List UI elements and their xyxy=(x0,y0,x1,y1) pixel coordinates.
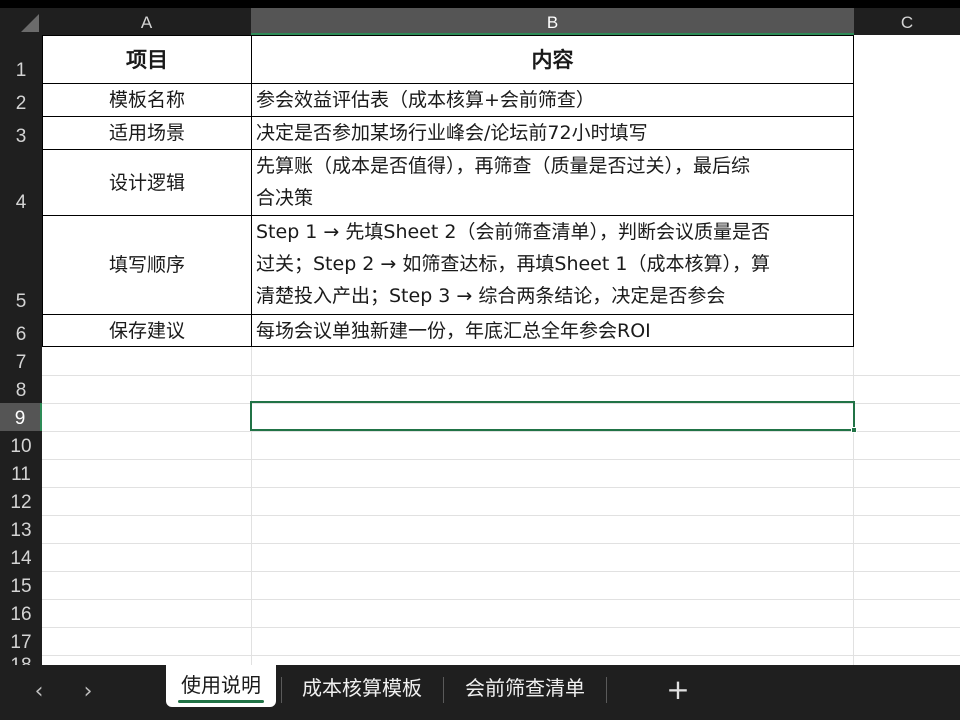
row-header-1[interactable]: 1 xyxy=(0,35,42,83)
tab-cost-accounting[interactable]: 成本核算模板 xyxy=(288,665,436,713)
plus-icon[interactable]: + xyxy=(662,675,694,707)
select-all-corner[interactable] xyxy=(0,8,42,35)
cell-b4-line-1: 先算账（成本是否值得），再筛查（质量是否过关），最后综 xyxy=(256,155,751,177)
row-header-3[interactable]: 3 xyxy=(0,116,42,149)
row-header-13[interactable]: 13 xyxy=(0,515,42,543)
tab-usage-guide[interactable]: 使用说明 xyxy=(166,665,276,707)
table-border xyxy=(42,149,854,150)
row-header-2[interactable]: 2 xyxy=(0,83,42,116)
cell-a4[interactable]: 设计逻辑 xyxy=(43,150,251,215)
table-border-left xyxy=(42,35,43,347)
row-header-10[interactable]: 10 xyxy=(0,431,42,459)
cell-b2[interactable]: 参会效益评估表（成本核算+会前筛查） xyxy=(252,84,853,116)
row-header-15[interactable]: 15 xyxy=(0,571,42,599)
row-header-17[interactable]: 17 xyxy=(0,627,42,655)
row-header-16[interactable]: 16 xyxy=(0,599,42,627)
tab-separator xyxy=(606,677,607,703)
active-cell-selection[interactable] xyxy=(250,401,857,433)
chevron-right-icon[interactable]: › xyxy=(73,677,103,707)
cell-a6[interactable]: 保存建议 xyxy=(43,315,251,347)
cell-a5[interactable]: 填写顺序 xyxy=(43,216,251,314)
tab-label: 成本核算模板 xyxy=(302,676,422,700)
row-header-8[interactable]: 8 xyxy=(0,375,42,403)
sheet-tab-bar: ‹ › 使用说明 成本核算模板 会前筛查清单 + xyxy=(0,665,960,720)
table-border xyxy=(42,83,854,84)
table-border-top xyxy=(42,35,854,36)
column-header-b[interactable]: B xyxy=(251,8,854,35)
table-border-mid xyxy=(251,35,252,347)
cell-b6[interactable]: 每场会议单独新建一份，年底汇总全年参会ROI xyxy=(252,315,853,347)
row-header-9[interactable]: 9 xyxy=(0,403,42,431)
chevron-left-icon[interactable]: ‹ xyxy=(24,677,54,707)
row-header-12[interactable]: 12 xyxy=(0,487,42,515)
tab-separator xyxy=(443,677,444,703)
column-header-c[interactable]: C xyxy=(854,8,960,35)
tab-label: 会前筛查清单 xyxy=(465,676,585,700)
row-header-7[interactable]: 7 xyxy=(0,347,42,375)
row-header-6[interactable]: 6 xyxy=(0,314,42,347)
cell-a2[interactable]: 模板名称 xyxy=(43,84,251,116)
tab-label: 使用说明 xyxy=(181,673,261,697)
row-header-11[interactable]: 11 xyxy=(0,459,42,487)
top-strip xyxy=(0,0,960,8)
cell-b5-line-1: Step 1 → 先填Sheet 2（会前筛查清单），判断会议质量是否 xyxy=(256,221,770,243)
tab-pre-screening[interactable]: 会前筛查清单 xyxy=(450,665,600,713)
row-header-14[interactable]: 14 xyxy=(0,543,42,571)
cell-b3[interactable]: 决定是否参加某场行业峰会/论坛前72小时填写 xyxy=(252,117,853,149)
table-border-bottom xyxy=(42,346,854,347)
cell-b1[interactable]: 内容 xyxy=(252,36,853,83)
cell-b4[interactable]: 先算账（成本是否值得），再筛查（质量是否过关），最后综 合决策 xyxy=(252,150,853,215)
active-tab-underline xyxy=(178,700,264,703)
cell-a1[interactable]: 项目 xyxy=(43,36,251,83)
cell-b5-line-3: 清楚投入产出；Step 3 → 综合两条结论，决定是否参会 xyxy=(256,285,726,307)
column-header-a[interactable]: A xyxy=(42,8,251,35)
column-header-bar: A B C xyxy=(0,8,960,35)
table-border xyxy=(42,314,854,315)
table-border xyxy=(42,215,854,216)
row-header-18[interactable]: 18 xyxy=(0,655,42,665)
cell-b5[interactable]: Step 1 → 先填Sheet 2（会前筛查清单），判断会议质量是否 过关；S… xyxy=(252,216,853,314)
cell-b4-line-2: 合决策 xyxy=(256,187,314,209)
fill-handle[interactable] xyxy=(851,427,857,433)
row-header-4[interactable]: 4 xyxy=(0,149,42,215)
table-border xyxy=(42,116,854,117)
cell-b5-line-2: 过关；Step 2 → 如筛查达标，再填Sheet 1（成本核算），算 xyxy=(256,253,770,275)
table-border-right xyxy=(853,35,854,347)
row-header-5[interactable]: 5 xyxy=(0,215,42,314)
tab-separator xyxy=(281,677,282,703)
cell-a3[interactable]: 适用场景 xyxy=(43,117,251,149)
